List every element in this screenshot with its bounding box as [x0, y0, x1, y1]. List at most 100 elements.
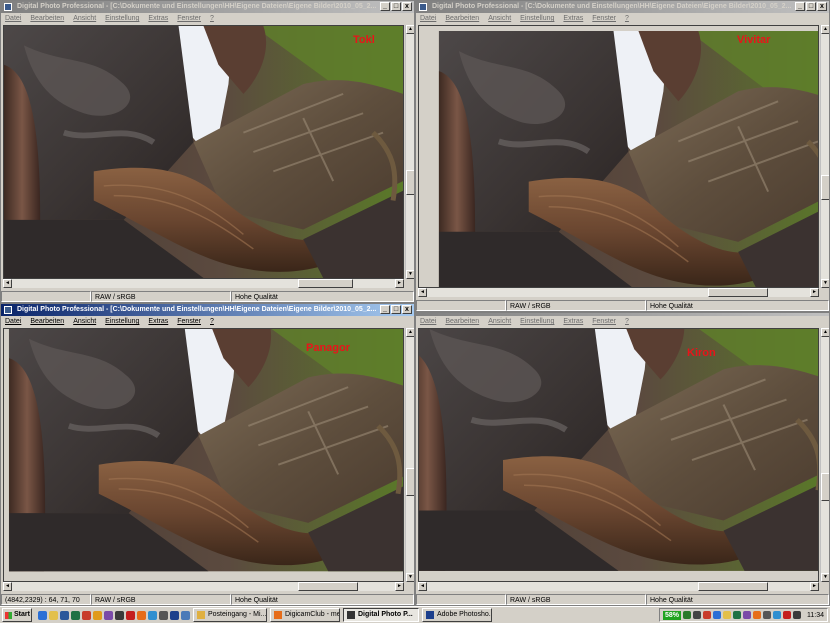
menu-bearbeiten[interactable]: Bearbeiten [445, 316, 479, 327]
menu-help[interactable]: ? [625, 13, 629, 24]
close-button[interactable]: x [817, 2, 827, 11]
scroll-right-arrow[interactable]: ► [395, 582, 404, 591]
scroll-thumb[interactable] [708, 288, 768, 297]
scroll-up-arrow[interactable]: ▲ [406, 25, 414, 34]
menu-extras[interactable]: Extras [563, 316, 583, 327]
app-icon[interactable] [115, 610, 124, 620]
menu-help[interactable]: ? [625, 316, 629, 327]
task-posteingang[interactable]: Posteingang - Mi... [193, 608, 267, 622]
minimize-button[interactable]: _ [380, 2, 390, 11]
title-bar[interactable]: Digital Photo Professional - [C:\Dokumen… [1, 1, 414, 13]
vertical-scrollbar[interactable]: ▲ ▼ [820, 25, 829, 288]
app-icon[interactable] [723, 611, 731, 619]
vertical-scrollbar[interactable]: ▲ ▼ [405, 25, 414, 279]
vertical-scrollbar[interactable]: ▲ ▼ [405, 328, 414, 582]
horizontal-scrollbar[interactable]: ◄ ► [418, 582, 819, 591]
menu-help[interactable]: ? [210, 13, 214, 24]
menu-ansicht[interactable]: Ansicht [73, 13, 96, 24]
dpp-window-panagor[interactable]: Digital Photo Professional - [C:\Dokumen… [0, 303, 415, 606]
menu-einstellung[interactable]: Einstellung [105, 316, 139, 327]
maximize-button[interactable]: □ [391, 2, 401, 11]
task-adobe-photoshop[interactable]: Adobe Photosho... [422, 608, 492, 622]
network-icon[interactable] [683, 611, 691, 619]
app-icon[interactable] [743, 611, 751, 619]
menu-einstellung[interactable]: Einstellung [520, 316, 554, 327]
menu-extras[interactable]: Extras [148, 316, 168, 327]
menu-extras[interactable]: Extras [563, 13, 583, 24]
menu-bearbeiten[interactable]: Bearbeiten [30, 316, 64, 327]
dpp-window-tokl[interactable]: Digital Photo Professional - [C:\Dokumen… [0, 0, 415, 303]
app-icon[interactable] [793, 611, 801, 619]
ie-icon[interactable] [38, 610, 47, 620]
scroll-thumb[interactable] [406, 170, 414, 195]
scroll-right-arrow[interactable]: ► [810, 288, 819, 297]
scroll-down-arrow[interactable]: ▼ [821, 573, 829, 582]
firefox-icon[interactable] [137, 610, 146, 620]
scroll-left-arrow[interactable]: ◄ [418, 582, 427, 591]
menu-bearbeiten[interactable]: Bearbeiten [445, 13, 479, 24]
app-icon[interactable] [733, 611, 741, 619]
horizontal-scrollbar[interactable]: ◄ ► [418, 288, 819, 297]
app-icon[interactable] [148, 610, 157, 620]
menu-datei[interactable]: Datei [5, 316, 21, 327]
task-digicamclub[interactable]: DigicamClub - me... [270, 608, 340, 622]
app-icon[interactable] [783, 611, 791, 619]
scroll-left-arrow[interactable]: ◄ [3, 279, 12, 288]
task-digital-photo-professional[interactable]: Digital Photo P... [343, 608, 419, 622]
scroll-thumb[interactable] [821, 175, 829, 200]
scroll-left-arrow[interactable]: ◄ [418, 288, 427, 297]
excel-icon[interactable] [71, 610, 80, 620]
menu-datei[interactable]: Datei [420, 13, 436, 24]
dpp-window-vivitar[interactable]: Digital Photo Professional - [C:\Dokumen… [415, 0, 830, 312]
start-button[interactable]: Start [2, 608, 32, 622]
vertical-scrollbar[interactable]: ▲ ▼ [820, 328, 829, 582]
photo-view[interactable]: Panagor [3, 328, 404, 582]
menu-extras[interactable]: Extras [148, 13, 168, 24]
scroll-thumb[interactable] [406, 468, 414, 496]
menu-einstellung[interactable]: Einstellung [105, 13, 139, 24]
scroll-thumb[interactable] [821, 473, 829, 501]
scroll-thumb[interactable] [298, 582, 358, 591]
menu-ansicht[interactable]: Ansicht [488, 316, 511, 327]
app-icon[interactable] [773, 611, 781, 619]
app-icon[interactable] [82, 610, 91, 620]
media-icon[interactable] [93, 610, 102, 620]
scroll-down-arrow[interactable]: ▼ [406, 270, 414, 279]
menu-datei[interactable]: Datei [5, 13, 21, 24]
word-icon[interactable] [60, 610, 69, 620]
menu-einstellung[interactable]: Einstellung [520, 13, 554, 24]
scroll-thumb[interactable] [698, 582, 768, 591]
speaker-icon[interactable] [693, 611, 701, 619]
title-bar[interactable]: Digital Photo Professional - [C:\Dokumen… [416, 1, 829, 13]
maximize-button[interactable]: □ [806, 2, 816, 11]
scroll-right-arrow[interactable]: ► [810, 582, 819, 591]
battery-meter[interactable]: 58% [662, 610, 681, 620]
clock[interactable]: 11:34 [807, 612, 824, 619]
close-button[interactable]: x [402, 305, 412, 314]
menu-ansicht[interactable]: Ansicht [73, 316, 96, 327]
app-icon[interactable] [104, 610, 113, 620]
menu-ansicht[interactable]: Ansicht [488, 13, 511, 24]
title-bar[interactable]: Digital Photo Professional - [C:\Dokumen… [1, 304, 414, 316]
photo-view[interactable]: Vivitar [418, 25, 819, 288]
scroll-thumb[interactable] [298, 279, 353, 288]
menu-fenster[interactable]: Fenster [592, 13, 616, 24]
menu-datei[interactable]: Datei [420, 316, 436, 327]
photoshop-icon[interactable] [170, 610, 179, 620]
menu-help[interactable]: ? [210, 316, 214, 327]
dpp-window-kiron[interactable]: Datei Bearbeiten Ansicht Einstellung Ext… [415, 312, 830, 606]
photo-view[interactable]: Tokl [3, 25, 404, 279]
menu-fenster[interactable]: Fenster [177, 316, 201, 327]
antivirus-icon[interactable] [703, 611, 711, 619]
scroll-down-arrow[interactable]: ▼ [821, 279, 829, 288]
app-icon[interactable] [713, 611, 721, 619]
app-icon[interactable] [181, 610, 190, 620]
scroll-up-arrow[interactable]: ▲ [821, 25, 829, 34]
menu-bearbeiten[interactable]: Bearbeiten [30, 13, 64, 24]
scroll-up-arrow[interactable]: ▲ [821, 328, 829, 337]
pdf-icon[interactable] [126, 610, 135, 620]
horizontal-scrollbar[interactable]: ◄ ► [3, 582, 404, 591]
close-button[interactable]: x [402, 2, 412, 11]
folder-icon[interactable] [49, 610, 58, 620]
minimize-button[interactable]: _ [795, 2, 805, 11]
